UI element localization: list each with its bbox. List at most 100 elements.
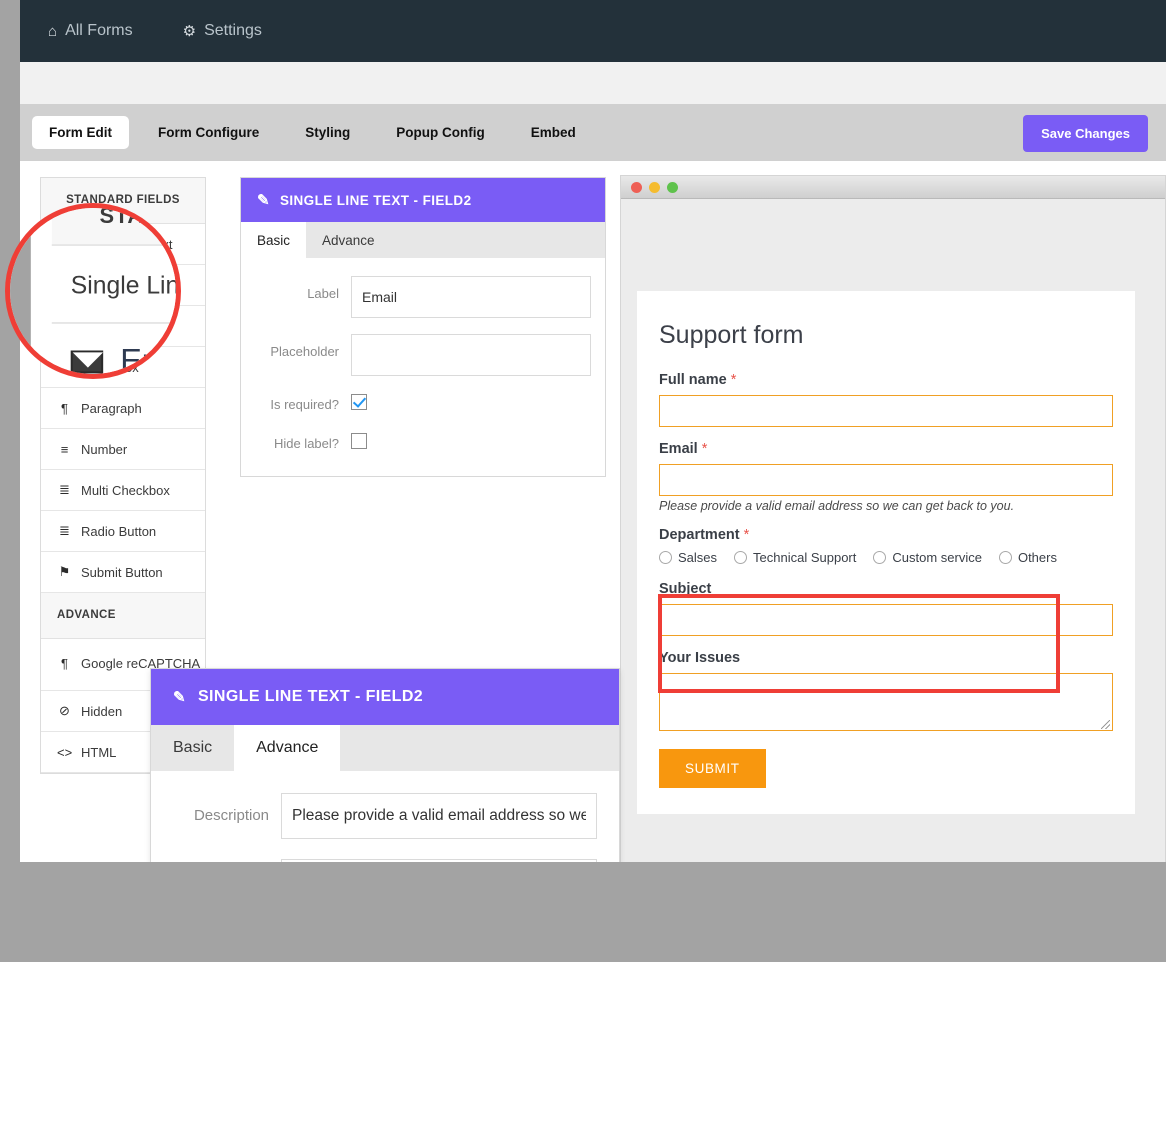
editor-body: STANDARD FIELDS — Single Line Text ✉ Ema… bbox=[20, 161, 1166, 862]
panel-title: SINGLE LINE TEXT - FIELD2 bbox=[279, 192, 472, 208]
radio-label: Salses bbox=[678, 550, 718, 565]
preview-viewport: Support form Full name * Email * Please … bbox=[621, 291, 1165, 814]
palette-item-label: Paragraph bbox=[81, 400, 142, 416]
field-control bbox=[281, 859, 597, 862]
tab-popup-config[interactable]: Popup Config bbox=[379, 116, 501, 149]
radio-circle-icon bbox=[734, 551, 748, 564]
preview-input-full-name[interactable] bbox=[659, 395, 1113, 427]
preview-radio-custom-service[interactable]: Custom service bbox=[873, 550, 982, 565]
panel-header: ✎ SINGLE LINE TEXT - FIELD2 bbox=[241, 178, 605, 222]
tab-form-configure[interactable]: Form Configure bbox=[141, 116, 276, 149]
admin-bar-spacer bbox=[20, 62, 1166, 104]
preview-label-your-issues: Your Issues bbox=[659, 650, 741, 666]
field-row-is-required: Is required? bbox=[255, 392, 591, 415]
description-input[interactable] bbox=[281, 793, 597, 839]
palette-item-submit-button[interactable]: ⚑ Submit Button bbox=[41, 552, 205, 593]
preview-radio-group-department: Salses Technical Support Custom service bbox=[659, 550, 1113, 565]
hide-label-checkbox[interactable] bbox=[351, 433, 367, 449]
eye-slash-icon: ⊘ bbox=[59, 703, 70, 718]
radio-circle-icon bbox=[659, 551, 672, 564]
tab-embed[interactable]: Embed bbox=[514, 116, 593, 149]
field-control bbox=[281, 793, 597, 839]
palette-item-radio-button[interactable]: ≣ Radio Button bbox=[41, 511, 205, 552]
panel-tab-basic[interactable]: Basic bbox=[151, 725, 234, 771]
placeholder-input[interactable] bbox=[351, 334, 591, 376]
panel-tabs: Basic Advance bbox=[241, 222, 605, 258]
editor-tabstrip: Form Edit Form Configure Styling Popup C… bbox=[20, 104, 1166, 161]
submit-button-icon: ⚑ bbox=[58, 564, 71, 579]
field-label-text: Hide label? bbox=[273, 436, 339, 451]
field-row-default-value: Default Value bbox=[155, 859, 597, 862]
magnifier-row-email: Email bbox=[52, 324, 176, 379]
preview-label-full-name: Full name * bbox=[659, 372, 1113, 388]
field-control bbox=[351, 334, 591, 376]
palette-item-number[interactable]: ≡ Number bbox=[41, 429, 205, 470]
admin-bar-item-label: All Forms bbox=[65, 22, 133, 39]
code-icon: <> bbox=[57, 744, 73, 760]
preview-label-text: Full name bbox=[659, 372, 727, 388]
palette-item-label: Submit Button bbox=[81, 564, 163, 580]
panel-body: Label Placeholder Is required? bbox=[241, 258, 605, 476]
page-bottom-grey-notch bbox=[0, 862, 20, 962]
field-control bbox=[351, 431, 591, 454]
preview-radio-salses[interactable]: Salses bbox=[659, 550, 717, 565]
field-label-text: Placeholder bbox=[270, 344, 339, 359]
preview-form-title: Support form bbox=[659, 321, 804, 349]
palette-item-label: Hidden bbox=[81, 703, 123, 719]
panel-tab-basic[interactable]: Basic bbox=[241, 222, 307, 258]
palette-item-label: HTML bbox=[81, 744, 117, 760]
admin-bar-item-settings[interactable]: ⚙ Settings bbox=[183, 22, 284, 40]
maximize-dot-icon[interactable] bbox=[667, 181, 678, 193]
pencil-icon: ✎ bbox=[173, 689, 186, 706]
radio-label: Custom service bbox=[892, 550, 982, 565]
admin-bar-item-all-forms[interactable]: ⌂ All Forms bbox=[48, 22, 155, 40]
page-left-gutter bbox=[0, 0, 20, 862]
field-row-hide-label: Hide label? bbox=[255, 431, 591, 454]
panel-body: Description Default Value Custom CSS Cla… bbox=[151, 771, 619, 862]
magnifier-rows: STANDARD FIELDS Single Line Text Email D… bbox=[51, 208, 180, 379]
tab-styling[interactable]: Styling bbox=[288, 116, 367, 149]
preview-form-card: Support form Full name * Email * Please … bbox=[637, 291, 1135, 814]
required-marker: * bbox=[730, 372, 737, 388]
field-label-text: Is required? bbox=[270, 397, 339, 412]
radio-label: Technical Support bbox=[753, 550, 857, 565]
preview-input-subject[interactable] bbox=[659, 604, 1113, 636]
preview-radio-technical-support[interactable]: Technical Support bbox=[734, 550, 856, 565]
palette-item-multi-checkbox[interactable]: ≣ Multi Checkbox bbox=[41, 470, 205, 511]
magnifier-content: STANDARD FIELDS Single Line Text Email D… bbox=[10, 208, 176, 374]
screen-root: ⌂ All Forms ⚙ Settings Form Edit Form Co… bbox=[0, 0, 1166, 1122]
page-bottom-grey-band bbox=[0, 862, 1166, 962]
palette-item-paragraph[interactable]: ¶ Paragraph bbox=[41, 388, 205, 429]
field-label-text: Label bbox=[307, 286, 339, 301]
label-input[interactable] bbox=[351, 276, 591, 318]
close-dot-icon[interactable] bbox=[631, 181, 642, 193]
magnifier-row-label: Single Line Text bbox=[70, 269, 180, 299]
magnifier-row-label: Email bbox=[120, 342, 176, 379]
preview-submit-button[interactable]: SUBMIT bbox=[659, 749, 766, 788]
paragraph-icon: ¶ bbox=[61, 400, 68, 416]
panel-tab-advance[interactable]: Advance bbox=[234, 725, 341, 771]
magnifier-row-header: STANDARD FIELDS bbox=[51, 208, 176, 246]
form-preview-window: Support form Full name * Email * Please … bbox=[620, 175, 1166, 862]
panel-tab-advance[interactable]: Advance bbox=[306, 222, 391, 258]
radio-label: Others bbox=[1017, 550, 1057, 565]
home-icon: ⌂ bbox=[48, 22, 58, 40]
save-changes-button[interactable]: Save Changes bbox=[1023, 115, 1148, 152]
field-control bbox=[351, 392, 591, 415]
preview-input-email[interactable] bbox=[659, 464, 1113, 496]
is-required-checkbox[interactable] bbox=[351, 394, 367, 410]
palette-item-label: Multi Checkbox bbox=[81, 482, 170, 498]
field-row-description: Description bbox=[155, 793, 597, 839]
annotation-magnifier-circle: STANDARD FIELDS Single Line Text Email D… bbox=[5, 203, 181, 379]
default-value-input[interactable] bbox=[281, 859, 597, 862]
tab-form-edit[interactable]: Form Edit bbox=[32, 116, 129, 149]
preview-label-email: Email * bbox=[659, 441, 1113, 457]
field-row-label: Label bbox=[255, 276, 591, 318]
field-row-placeholder: Placeholder bbox=[255, 334, 591, 376]
preview-radio-others[interactable]: Others bbox=[998, 550, 1057, 565]
preview-textarea-your-issues[interactable] bbox=[659, 673, 1113, 731]
pencil-icon: ✎ bbox=[257, 192, 270, 209]
preview-help-email: Please provide a valid email address so … bbox=[659, 499, 1015, 513]
minimize-dot-icon[interactable] bbox=[649, 181, 660, 193]
resize-grip-icon[interactable] bbox=[1101, 720, 1110, 729]
